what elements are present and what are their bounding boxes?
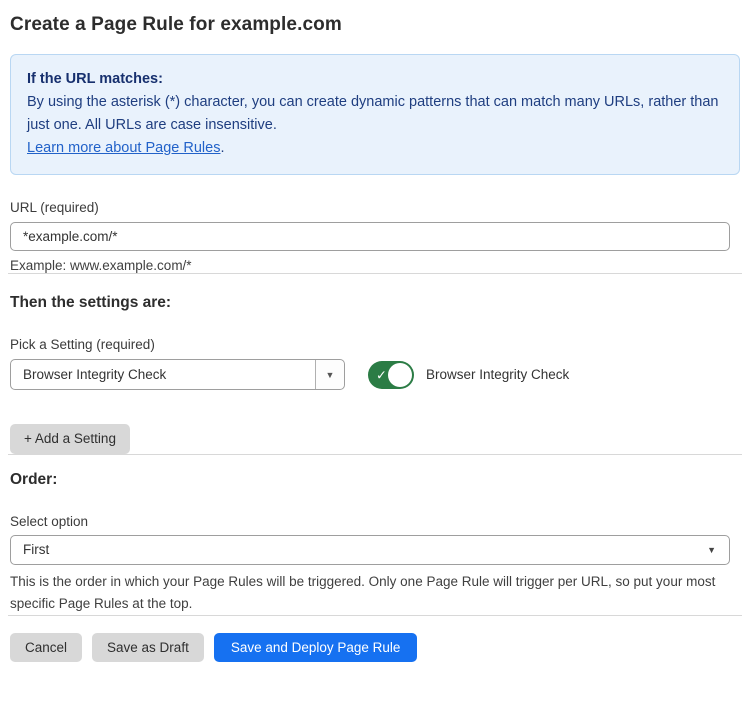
divider	[8, 273, 742, 274]
pick-setting-label: Pick a Setting (required)	[10, 337, 740, 352]
page-title: Create a Page Rule for example.com	[10, 14, 740, 36]
order-select-label: Select option	[10, 514, 740, 529]
url-input[interactable]	[10, 222, 730, 251]
link-suffix: .	[220, 140, 224, 156]
setting-dropdown-value: Browser Integrity Check	[11, 367, 315, 382]
url-field-label: URL (required)	[10, 200, 740, 215]
url-example-helper: Example: www.example.com/*	[10, 258, 740, 273]
divider	[8, 454, 742, 455]
save-deploy-button[interactable]: Save and Deploy Page Rule	[214, 633, 418, 663]
setting-picker-row: Browser Integrity Check ▼ ✓ Browser Inte…	[10, 359, 740, 390]
url-match-info-box: If the URL matches: By using the asteris…	[10, 54, 740, 175]
dropdown-arrow-button[interactable]: ▼	[315, 360, 344, 389]
toggle-label: Browser Integrity Check	[426, 367, 569, 382]
learn-more-link[interactable]: Learn more about Page Rules	[27, 140, 220, 156]
info-box-body: By using the asterisk (*) character, you…	[27, 91, 723, 137]
footer-actions: Cancel Save as Draft Save and Deploy Pag…	[10, 633, 740, 663]
setting-toggle[interactable]: ✓	[368, 361, 414, 389]
setting-dropdown[interactable]: Browser Integrity Check ▼	[10, 359, 345, 390]
order-section-heading: Order:	[10, 471, 740, 489]
add-setting-button[interactable]: + Add a Setting	[10, 424, 130, 454]
divider	[8, 615, 742, 616]
check-icon: ✓	[376, 368, 387, 381]
chevron-down-icon: ▼	[326, 370, 335, 380]
order-helper-text: This is the order in which your Page Rul…	[10, 571, 736, 615]
order-select-value: First	[11, 542, 707, 557]
save-draft-button[interactable]: Save as Draft	[92, 633, 204, 663]
info-box-heading: If the URL matches:	[27, 68, 723, 91]
order-select[interactable]: First ▼	[10, 535, 730, 565]
cancel-button[interactable]: Cancel	[10, 633, 82, 663]
settings-section-heading: Then the settings are:	[10, 294, 740, 312]
info-box-link-line: Learn more about Page Rules.	[27, 137, 723, 160]
toggle-knob	[388, 363, 412, 387]
chevron-down-icon: ▼	[707, 545, 729, 555]
page-rule-form: Create a Page Rule for example.com If th…	[0, 14, 750, 662]
